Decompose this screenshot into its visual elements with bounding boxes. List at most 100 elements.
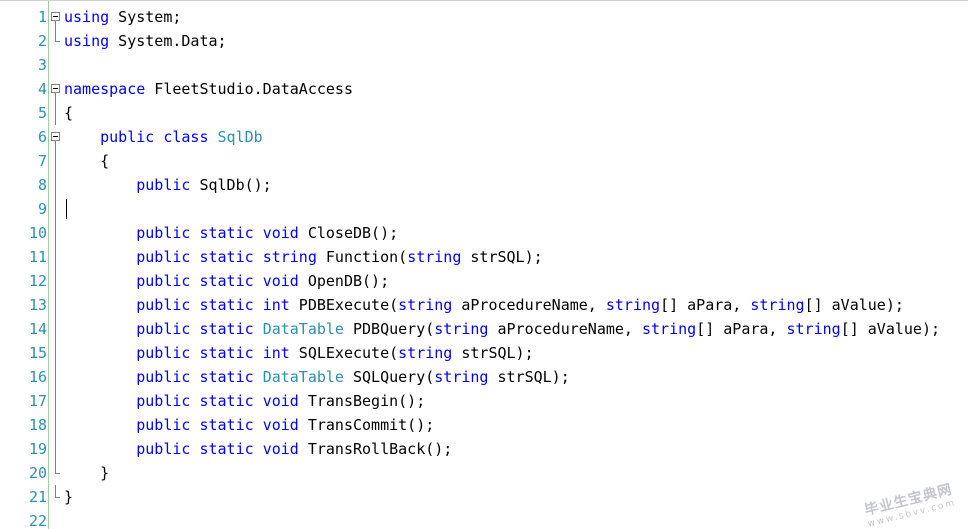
code-text[interactable]: public SqlDb();: [64, 173, 272, 197]
code-token: SQLExecute(: [289, 344, 399, 362]
code-line[interactable]: 12 public static void OpenDB();: [0, 269, 968, 293]
keyword-token: string: [642, 320, 697, 338]
keyword-token: string: [750, 296, 805, 314]
code-line[interactable]: 1 using System;: [0, 5, 968, 29]
fold-marker: [51, 29, 61, 53]
code-text[interactable]: }: [64, 485, 73, 509]
collapse-icon[interactable]: [51, 84, 60, 93]
code-line[interactable]: 2 using System.Data;: [0, 29, 968, 53]
keyword-token: static: [199, 296, 254, 314]
code-line[interactable]: 11 public static string Function(string …: [0, 245, 968, 269]
line-number: 12: [28, 272, 47, 290]
code-text[interactable]: public static void OpenDB();: [64, 269, 389, 293]
fold-marker: [51, 53, 61, 77]
line-number: 19: [28, 440, 47, 458]
code-text[interactable]: }: [64, 461, 109, 485]
line-number: 15: [28, 344, 47, 362]
line-number: 8: [37, 176, 47, 194]
code-text[interactable]: public static DataTable PDBQuery(string …: [64, 317, 940, 341]
keyword-token: static: [199, 440, 254, 458]
code-text[interactable]: using System;: [64, 5, 181, 29]
code-line[interactable]: 8 public SqlDb();: [0, 173, 968, 197]
line-number: 6: [37, 128, 47, 146]
code-token: {: [64, 104, 74, 122]
code-line[interactable]: 17 public static void TransBegin();: [0, 389, 968, 413]
code-text[interactable]: using System.Data;: [64, 29, 227, 53]
keyword-token: string: [262, 248, 317, 266]
fold-marker: [51, 437, 61, 461]
fold-marker: [51, 389, 61, 413]
code-line[interactable]: 18 public static void TransCommit();: [0, 413, 968, 437]
keyword-token: string: [398, 296, 453, 314]
fold-marker: [51, 101, 61, 125]
code-token: }: [64, 488, 74, 506]
code-line[interactable]: 22: [0, 509, 968, 529]
code-text[interactable]: namespace FleetStudio.DataAccess: [64, 77, 353, 101]
code-line[interactable]: 16 public static DataTable SQLQuery(stri…: [0, 365, 968, 389]
code-line[interactable]: 20 }: [0, 461, 968, 485]
keyword-token: static: [199, 320, 254, 338]
type-token: DataTable: [262, 368, 344, 386]
line-number: 21: [28, 488, 47, 506]
fold-marker: [51, 509, 61, 529]
code-line[interactable]: 19 public static void TransRollBack();: [0, 437, 968, 461]
line-number: 16: [28, 368, 47, 386]
code-text[interactable]: public static int SQLExecute(string strS…: [64, 341, 533, 365]
code-line[interactable]: 15 public static int SQLExecute(string s…: [0, 341, 968, 365]
keyword-token: string: [605, 296, 661, 314]
fold-marker: [51, 461, 61, 485]
keyword-token: public: [136, 368, 191, 386]
code-text[interactable]: {: [64, 101, 73, 125]
code-text[interactable]: public static void TransCommit();: [64, 413, 434, 437]
fold-marker[interactable]: [51, 5, 61, 29]
keyword-token: public: [100, 128, 155, 146]
code-token: [] aPara,: [660, 296, 751, 314]
code-line[interactable]: 3: [0, 53, 968, 77]
keyword-token: void: [262, 416, 299, 434]
code-line[interactable]: 4 namespace FleetStudio.DataAccess: [0, 77, 968, 101]
code-text[interactable]: {: [64, 149, 109, 173]
code-line[interactable]: 7 {: [0, 149, 968, 173]
text-caret: [66, 199, 67, 219]
code-line[interactable]: 10 public static void CloseDB();: [0, 221, 968, 245]
code-line[interactable]: 6 public class SqlDb: [0, 125, 968, 149]
fold-marker: [51, 365, 61, 389]
fold-marker[interactable]: [51, 77, 61, 101]
code-line[interactable]: 13 public static int PDBExecute(string a…: [0, 293, 968, 317]
code-line[interactable]: 14 public static DataTable PDBQuery(stri…: [0, 317, 968, 341]
code-text[interactable]: public class SqlDb: [64, 125, 263, 149]
code-text[interactable]: public static void TransBegin();: [64, 389, 425, 413]
line-number: 20: [28, 464, 47, 482]
code-text[interactable]: public static void TransRollBack();: [64, 437, 452, 461]
code-editor[interactable]: 1 using System; 2 using System.Data; 3 4 names…: [0, 0, 968, 529]
keyword-token: string: [434, 368, 489, 386]
code-text[interactable]: public static int PDBExecute(string aPro…: [64, 293, 904, 317]
fold-marker[interactable]: [51, 125, 61, 149]
code-token: aProcedureName,: [488, 320, 642, 338]
type-token: SqlDb: [217, 128, 263, 146]
code-token: SqlDb();: [190, 176, 272, 194]
keyword-token: string: [786, 320, 841, 338]
code-line[interactable]: 9: [0, 197, 968, 221]
code-text[interactable]: public static DataTable SQLQuery(string …: [64, 365, 570, 389]
fold-marker: [51, 293, 61, 317]
fold-marker: [51, 245, 61, 269]
collapse-icon[interactable]: [51, 132, 60, 141]
code-line[interactable]: 21}: [0, 485, 968, 509]
collapse-icon[interactable]: [51, 12, 60, 21]
code-text[interactable]: public static string Function(string str…: [64, 245, 542, 269]
fold-marker: [51, 269, 61, 293]
line-number: 10: [28, 224, 47, 242]
keyword-token: static: [199, 248, 254, 266]
code-text[interactable]: public static void CloseDB();: [64, 221, 398, 245]
code-line[interactable]: 5{: [0, 101, 968, 125]
keyword-token: class: [163, 128, 209, 146]
